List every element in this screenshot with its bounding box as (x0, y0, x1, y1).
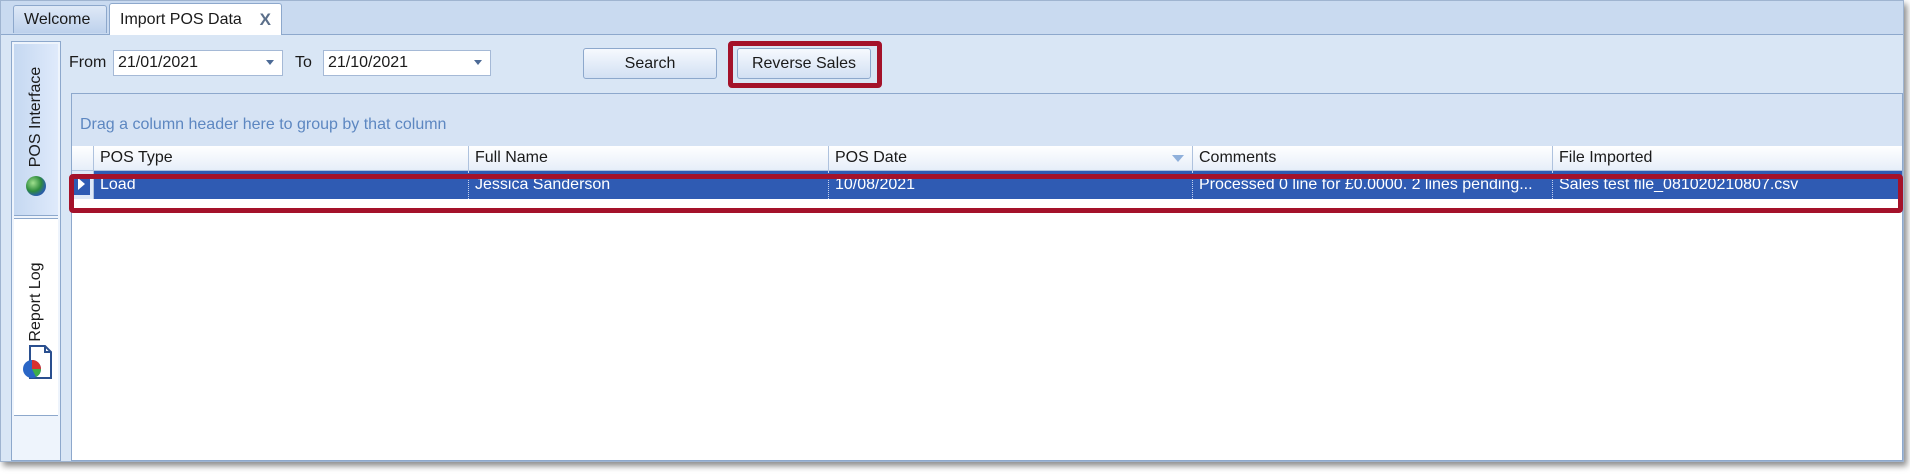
group-by-hint: Drag a column header here to group by th… (80, 116, 447, 133)
tab-import-label: Import POS Data (120, 10, 242, 28)
side-tab-pos-interface[interactable]: POS Interface (14, 44, 58, 216)
sort-descending-icon (1172, 155, 1184, 162)
header-indicator (72, 146, 94, 170)
column-header-comments[interactable]: Comments (1193, 146, 1553, 170)
column-header-label: Comments (1199, 149, 1277, 166)
from-date-field[interactable]: 21/01/2021 (113, 50, 283, 76)
row-indicator-icon (72, 171, 94, 199)
side-tab-report-log[interactable]: Report Log (14, 218, 58, 416)
tab-welcome[interactable]: Welcome (13, 5, 107, 33)
to-date-field[interactable]: 21/10/2021 (323, 50, 491, 76)
side-panel: POS Interface Report Log (11, 41, 61, 461)
column-header-label: File Imported (1559, 149, 1653, 166)
tab-welcome-label: Welcome (24, 10, 91, 28)
column-header-label: POS Type (100, 149, 173, 166)
chevron-down-icon[interactable] (266, 60, 274, 65)
to-date-value: 21/10/2021 (328, 54, 409, 71)
cell-pos-date[interactable]: 10/08/2021 (829, 171, 1193, 199)
import-pos-data-panel: From 21/01/2021 To 21/10/2021 Search Rev… (61, 35, 1903, 461)
from-date-value: 21/01/2021 (118, 54, 199, 71)
chevron-down-icon[interactable] (474, 60, 482, 65)
side-tab-report-label: Report Log (27, 262, 44, 342)
document-tab-strip: Welcome Import POS Data X (1, 1, 1903, 35)
column-header-pos-date[interactable]: POS Date (829, 146, 1193, 170)
column-header-label: Full Name (475, 149, 548, 166)
pos-data-grid: Drag a column header here to group by th… (71, 93, 1903, 461)
reverse-sales-button[interactable]: Reverse Sales (737, 48, 871, 79)
cell-pos-type[interactable]: Load (94, 171, 469, 199)
column-header-pos-type[interactable]: POS Type (94, 146, 469, 170)
reverse-sales-label: Reverse Sales (751, 54, 857, 72)
report-icon (23, 345, 52, 379)
table-row[interactable]: Load Jessica Sanderson 10/08/2021 Proces… (72, 171, 1902, 199)
cell-comments[interactable]: Processed 0 line for £0.0000. 2 lines pe… (1193, 171, 1553, 199)
globe-icon (26, 176, 46, 196)
column-header-label: POS Date (835, 149, 908, 166)
from-label: From (69, 54, 107, 71)
grid-header: POS Type Full Name POS Date Comments Fil… (72, 146, 1902, 171)
search-button[interactable]: Search (583, 48, 717, 79)
side-tab-pos-label: POS Interface (27, 66, 44, 168)
cell-full-name[interactable]: Jessica Sanderson (469, 171, 829, 199)
app-window: Welcome Import POS Data X POS Interface … (0, 0, 1904, 462)
column-header-full-name[interactable]: Full Name (469, 146, 829, 170)
tab-import-pos-data[interactable]: Import POS Data X (109, 3, 282, 35)
cell-file-imported[interactable]: Sales test file_081020210807.csv (1553, 171, 1902, 199)
group-by-panel[interactable]: Drag a column header here to group by th… (72, 94, 1902, 147)
close-tab-icon[interactable]: X (260, 10, 271, 30)
search-button-label: Search (624, 54, 676, 72)
to-label: To (295, 54, 312, 71)
column-header-file-imported[interactable]: File Imported (1553, 146, 1902, 170)
